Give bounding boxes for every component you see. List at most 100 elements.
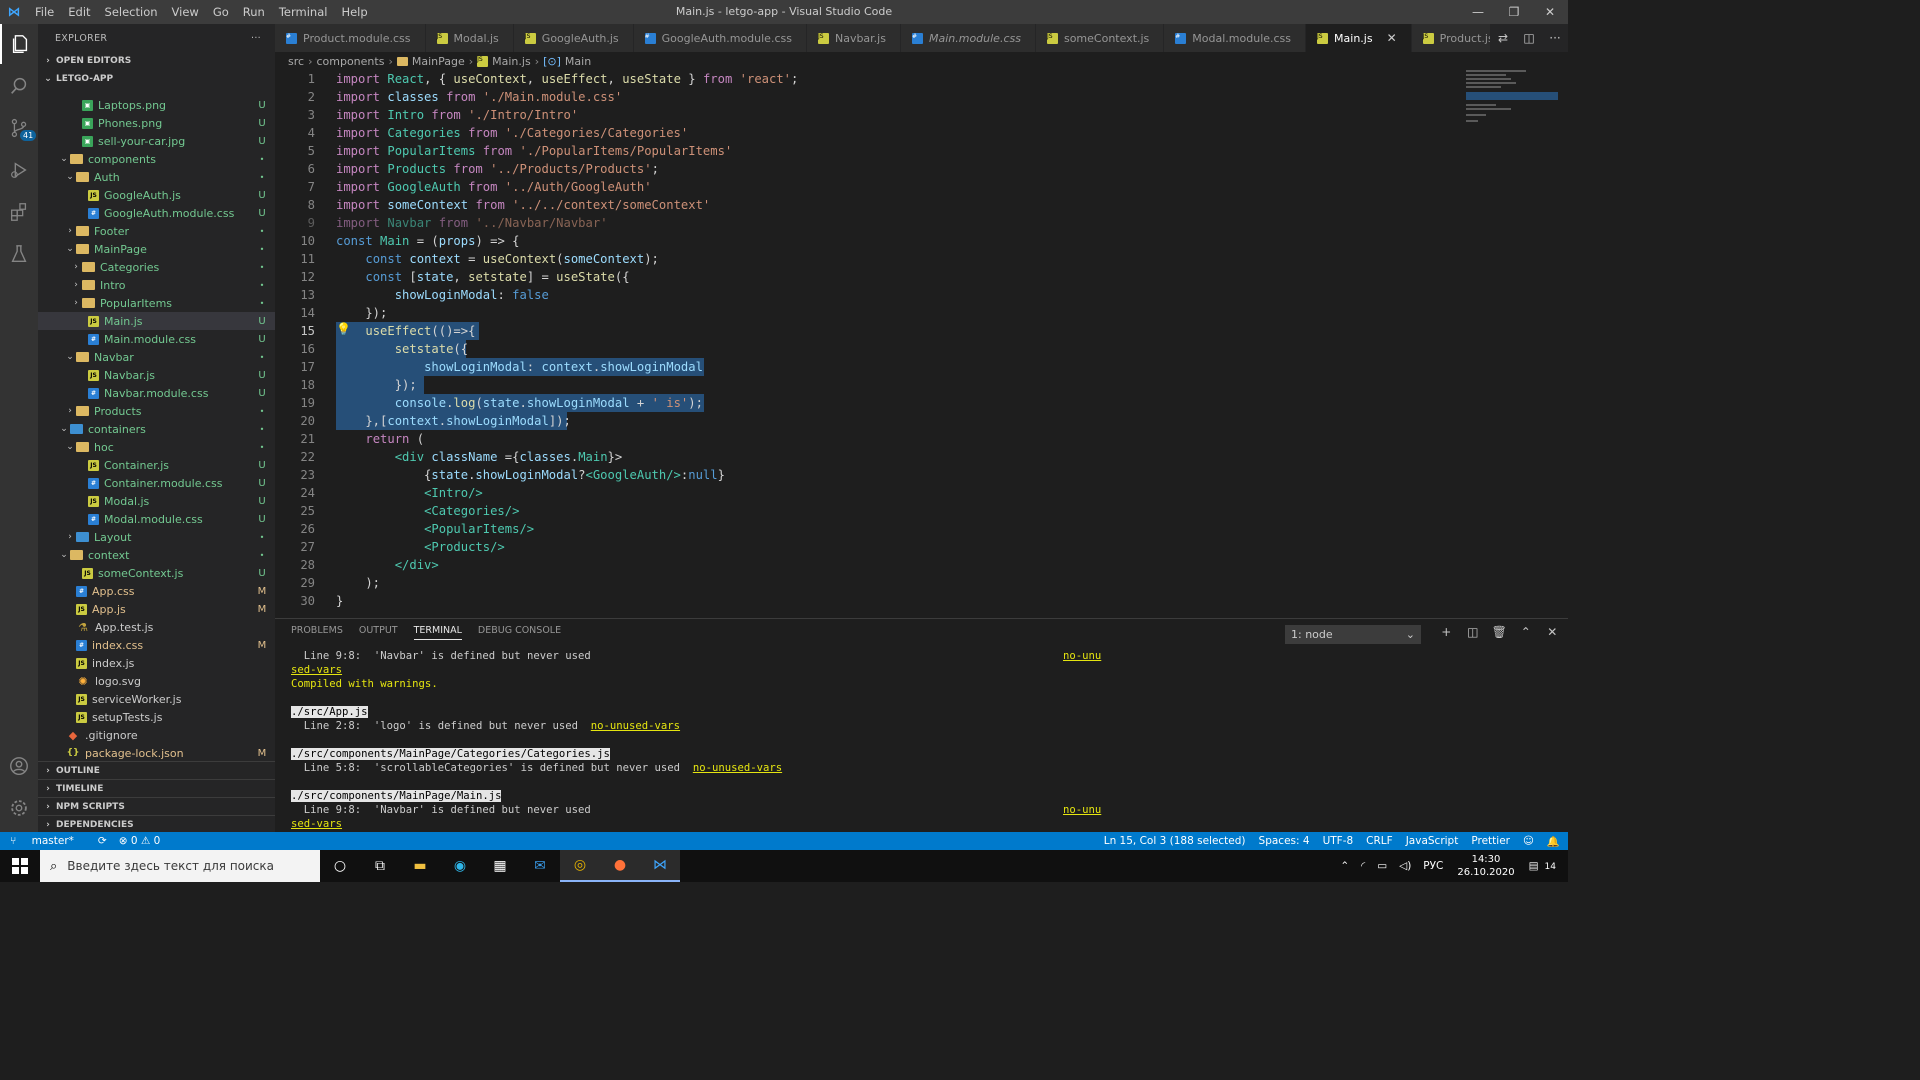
terminal-output[interactable]: Line 9:8: 'Navbar' is defined but never … (291, 649, 1551, 831)
settings-gear-icon[interactable] (0, 788, 38, 828)
cursor-position[interactable]: Ln 15, Col 3 (188 selected) (1104, 835, 1246, 848)
tree-item-navbar-js[interactable]: JS Navbar.js U (38, 366, 275, 384)
code-editor[interactable]: 1 import React, { useContext, useEffect, … (275, 70, 1568, 618)
bell-icon[interactable]: 🔔 (1547, 835, 1560, 848)
taskbar-search-input[interactable]: ⌕ Введите здесь текст для поиска (40, 850, 320, 882)
menu-view[interactable]: View (165, 0, 206, 24)
editor-scrollbar[interactable] (1558, 70, 1568, 618)
source-control-icon[interactable]: 41 (0, 108, 38, 148)
problems-status[interactable]: ⊗ 0 ⚠ 0 (119, 835, 161, 847)
menu-terminal[interactable]: Terminal (272, 0, 335, 24)
tree-folder-intro[interactable]: › Intro • (38, 276, 275, 294)
language-indicator[interactable]: РУС (1423, 860, 1443, 872)
tab-debug-console[interactable]: DEBUG CONSOLE (478, 625, 561, 640)
explorer-icon[interactable] (0, 24, 38, 64)
outline-section[interactable]: › OUTLINE (38, 761, 275, 779)
search-icon[interactable] (0, 66, 38, 106)
menu-file[interactable]: File (28, 0, 61, 24)
battery-icon[interactable]: ▭ (1377, 860, 1387, 872)
sync-icon[interactable]: ⟳ (98, 835, 107, 847)
prettier-status[interactable]: Prettier (1471, 835, 1510, 848)
tree-item-container-js[interactable]: JS Container.js U (38, 456, 275, 474)
tab-main-module-css[interactable]: # Main.module.css (900, 24, 1036, 52)
tree-folder-navbar[interactable]: ⌄ Navbar • (38, 348, 275, 366)
tree-item-sell-your-car[interactable]: ▣ sell-your-car.jpg U (38, 132, 275, 150)
edge-icon[interactable]: ◉ (440, 850, 480, 882)
restore-icon[interactable]: ❐ (1496, 0, 1532, 24)
tree-item-laptops-png[interactable]: ▣ Laptops.png U (38, 96, 275, 114)
dependencies-section[interactable]: › DEPENDENCIES (38, 815, 275, 832)
tree-item-googleauth-css[interactable]: # GoogleAuth.module.css U (38, 204, 275, 222)
clock[interactable]: 14:30 26.10.2020 (1457, 853, 1514, 879)
project-section[interactable]: ⌄ LETGO-APP (38, 70, 275, 88)
breadcrumb-main-js[interactable]: Main.js (492, 55, 531, 68)
trash-icon[interactable]: 🗑 (1486, 625, 1513, 639)
indentation[interactable]: Spaces: 4 (1259, 835, 1310, 848)
tree-item-main-module-css[interactable]: # Main.module.css U (38, 330, 275, 348)
windows-start-icon[interactable] (0, 850, 40, 882)
tree-item-app-test-js[interactable]: ⚗ App.test.js (38, 618, 275, 636)
tree-folder-hoc[interactable]: ⌄ hoc • (38, 438, 275, 456)
more-actions-icon[interactable]: ··· (1542, 31, 1568, 45)
tab-googleauth-js[interactable]: JS GoogleAuth.js (513, 24, 634, 52)
chevron-up-icon[interactable]: ⌃ (1340, 860, 1349, 872)
feedback-icon[interactable]: ☺ (1523, 835, 1534, 848)
tab-output[interactable]: OUTPUT (359, 625, 398, 640)
minimize-icon[interactable]: — (1460, 0, 1496, 24)
tree-item-modal-js[interactable]: JS Modal.js U (38, 492, 275, 510)
tree-folder-layout[interactable]: › Layout • (38, 528, 275, 546)
tab-navbar-js[interactable]: JS Navbar.js (806, 24, 901, 52)
tree-folder-auth[interactable]: ⌄ Auth • (38, 168, 275, 186)
branch-status[interactable]: ⑂ master* (10, 835, 86, 847)
firefox-icon[interactable]: ● (600, 850, 640, 882)
tree-item-app-js[interactable]: JS App.js M (38, 600, 275, 618)
tree-folder-categories[interactable]: › Categories • (38, 258, 275, 276)
tree-folder-containers[interactable]: ⌄ containers • (38, 420, 275, 438)
tree-folder-mainpage[interactable]: ⌄ MainPage • (38, 240, 275, 258)
tree-item-googleauth-js[interactable]: JS GoogleAuth.js U (38, 186, 275, 204)
chrome-icon[interactable]: ◎ (560, 850, 600, 882)
tab-googleauth-module-css[interactable]: # GoogleAuth.module.css (633, 24, 807, 52)
account-icon[interactable] (0, 746, 38, 786)
tree-item-serviceworker[interactable]: JS serviceWorker.js (38, 690, 275, 708)
tree-folder-footer[interactable]: › Footer • (38, 222, 275, 240)
tree-item-main-js[interactable]: JS Main.js U (38, 312, 275, 330)
explorer-more-icon[interactable]: ··· (251, 33, 261, 44)
npm-scripts-section[interactable]: › NPM SCRIPTS (38, 797, 275, 815)
breadcrumb-components[interactable]: components (316, 55, 384, 68)
tree-folder-products[interactable]: › Products • (38, 402, 275, 420)
tree-item-somecontext-js[interactable]: JS someContext.js U (38, 564, 275, 582)
tab-product-module-css[interactable]: # Product.module.css (275, 24, 426, 52)
tree-item-app-css[interactable]: # App.css M (38, 582, 275, 600)
breadcrumb-main-symbol[interactable]: Main (565, 55, 591, 68)
tree-folder-popularitems[interactable]: › PopularItems • (38, 294, 275, 312)
close-window-icon[interactable]: ✕ (1532, 0, 1568, 24)
volume-icon[interactable]: ◁) (1399, 860, 1411, 872)
tree-item-modal-css[interactable]: # Modal.module.css U (38, 510, 275, 528)
tree-item-package-lock[interactable]: {} package-lock.json M (38, 744, 275, 762)
lightbulb-icon[interactable]: 💡 (336, 322, 351, 336)
menu-selection[interactable]: Selection (98, 0, 165, 24)
close-tab-icon[interactable]: ✕ (1387, 31, 1397, 45)
maximize-panel-icon[interactable]: ⌃ (1513, 625, 1540, 639)
language-mode[interactable]: JavaScript (1406, 835, 1459, 848)
tree-item-gitignore[interactable]: ◆ .gitignore (38, 726, 275, 744)
split-terminal-icon[interactable]: ◫ (1460, 625, 1487, 639)
tree-item-container-css[interactable]: # Container.module.css U (38, 474, 275, 492)
breadcrumb-src[interactable]: src (288, 55, 304, 68)
timeline-section[interactable]: › TIMELINE (38, 779, 275, 797)
mail-icon[interactable]: ✉ (520, 850, 560, 882)
open-changes-icon[interactable]: ⇄ (1490, 31, 1516, 45)
store-icon[interactable]: ▦ (480, 850, 520, 882)
tree-item-navbar-css[interactable]: # Navbar.module.css U (38, 384, 275, 402)
wifi-icon[interactable]: ◜ (1361, 860, 1365, 872)
breadcrumb-mainpage[interactable]: MainPage (412, 55, 465, 68)
cortana-icon[interactable]: ○ (320, 850, 360, 882)
menu-help[interactable]: Help (334, 0, 374, 24)
testing-flask-icon[interactable] (0, 234, 38, 274)
split-editor-icon[interactable]: ◫ (1516, 31, 1542, 45)
extensions-icon[interactable] (0, 192, 38, 232)
menu-run[interactable]: Run (236, 0, 272, 24)
tree-item-setuptests[interactable]: JS setupTests.js (38, 708, 275, 726)
menu-go[interactable]: Go (206, 0, 236, 24)
